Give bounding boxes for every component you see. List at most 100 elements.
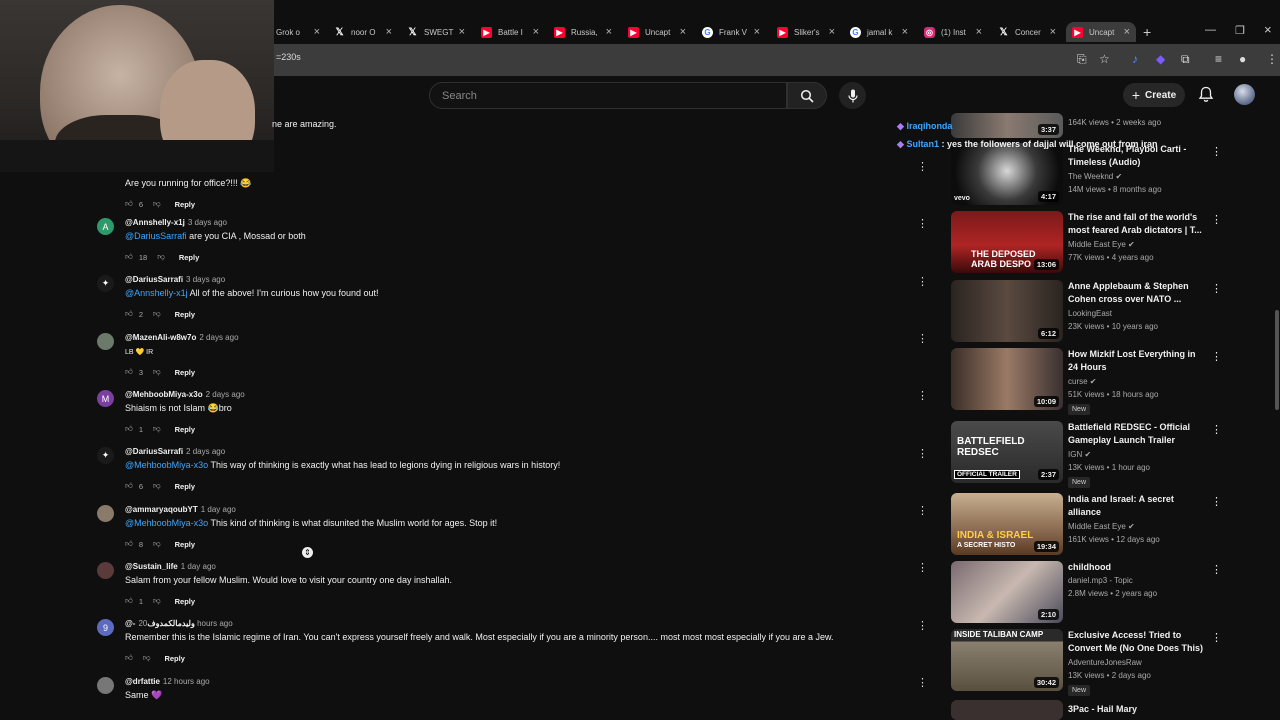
reply-button[interactable]: Reply — [175, 597, 195, 606]
tab-instagram[interactable]: ◎ (1) Inst × — [924, 22, 982, 42]
recommended-video[interactable]: BATTLEFIELD REDSEC OFFICIAL TRAILER 2:37… — [951, 421, 1222, 488]
channel-name[interactable]: Middle East Eye — [1068, 522, 1126, 531]
close-icon[interactable]: × — [606, 26, 612, 38]
tab-grok[interactable]: Grok o × — [276, 22, 320, 42]
commenter-handle[interactable]: @Sustain_life — [125, 562, 178, 571]
reply-button[interactable]: Reply — [175, 368, 195, 377]
comment-menu-icon[interactable]: ⋮ — [917, 217, 928, 230]
video-title[interactable]: Exclusive Access! Tried to Convert Me (N… — [1068, 629, 1204, 655]
like-icon[interactable]: 👍︎ — [125, 199, 133, 209]
video-channel[interactable]: AdventureJonesRaw — [1068, 658, 1142, 667]
commenter-handle[interactable]: @DariusSarrafi — [125, 447, 183, 456]
tab-youtube-battle[interactable]: ▶ Battle I × — [481, 22, 539, 42]
commenter-handle[interactable]: @MehboobMiya-x3o — [125, 390, 203, 399]
reply-button[interactable]: Reply — [175, 482, 195, 491]
like-icon[interactable]: 👍︎ — [125, 596, 133, 606]
commenter-avatar[interactable] — [97, 562, 114, 579]
like-icon[interactable]: 👍︎ — [125, 653, 133, 663]
recommended-video[interactable]: 3:37 164K views • 2 weeks ago — [951, 113, 1221, 138]
video-thumbnail[interactable]: THE DEPOSED ARAB DESPO 13:06 — [951, 211, 1063, 273]
video-menu-icon[interactable]: ⋮ — [1211, 350, 1222, 363]
tab-x-noor[interactable]: 𝕏noor O × — [334, 22, 392, 42]
new-tab-icon[interactable]: + — [1143, 24, 1151, 40]
extensions-puzzle-icon[interactable]: ⧉ — [1181, 52, 1190, 67]
dislike-icon[interactable]: 👎︎ — [153, 596, 161, 606]
comment-menu-icon[interactable]: ⋮ — [917, 504, 928, 517]
tab-google-frank[interactable]: G Frank V × — [702, 22, 760, 42]
recommended-video[interactable]: 2:10 childhood daniel.mp3 - Topic 2.8M v… — [951, 561, 1222, 623]
video-menu-icon[interactable]: ⋮ — [1211, 631, 1222, 644]
video-title[interactable]: 3Pac - Hail Mary — [1068, 703, 1204, 716]
comment-date[interactable]: 2 days ago — [186, 447, 225, 456]
like-icon[interactable]: 👍︎ — [125, 367, 133, 377]
reply-button[interactable]: Reply — [175, 540, 195, 549]
tab-youtube-uncapt[interactable]: ▶ Uncapt × — [628, 22, 686, 42]
comment-menu-icon[interactable]: ⋮ — [917, 389, 928, 402]
video-thumbnail[interactable]: INSIDE TALIBAN CAMP 30:42 — [951, 629, 1063, 691]
video-title[interactable]: The rise and fall of the world's most fe… — [1068, 211, 1204, 237]
commenter-avatar[interactable]: 9 — [97, 619, 114, 636]
close-icon[interactable]: × — [1050, 26, 1056, 38]
video-title[interactable]: Battlefield REDSEC - Official Gameplay L… — [1068, 421, 1204, 447]
like-icon[interactable]: 👍︎ — [125, 481, 133, 491]
video-thumbnail[interactable]: 6:12 — [951, 280, 1063, 342]
channel-name[interactable]: curse — [1068, 377, 1088, 386]
browser-menu-icon[interactable]: ⋮ — [1266, 52, 1278, 66]
comment-date[interactable]: 1 day ago — [181, 562, 216, 571]
profile-icon[interactable]: ● — [1239, 52, 1246, 66]
account-avatar[interactable] — [1234, 84, 1255, 105]
comment-menu-icon[interactable]: ⋮ — [917, 619, 928, 632]
commenter-avatar[interactable] — [97, 677, 114, 694]
like-icon[interactable]: 👍︎ — [125, 539, 133, 549]
comment-date[interactable]: 3 days ago — [188, 218, 227, 227]
tab-youtube-sliker[interactable]: ▶ Sliker's × — [777, 22, 835, 42]
video-channel[interactable]: curse ✔ — [1068, 377, 1097, 386]
video-menu-icon[interactable]: ⋮ — [1211, 563, 1222, 576]
tab-youtube-russia[interactable]: ▶ Russia, × — [554, 22, 612, 42]
video-menu-icon[interactable]: ⋮ — [1211, 145, 1222, 158]
mention-link[interactable]: @Annshelly-x1j — [125, 288, 188, 298]
recommended-video[interactable]: vevo 4:17 The Weeknd, Playboi Carti - Ti… — [951, 143, 1222, 205]
dislike-icon[interactable]: 👎︎ — [153, 424, 161, 434]
extension-shield-icon[interactable]: ◆ — [1156, 52, 1165, 66]
video-thumbnail[interactable]: 3:37 — [951, 113, 1063, 138]
recommended-video[interactable]: 3Pac - Hail Mary — [951, 700, 1221, 720]
commenter-avatar[interactable]: A — [97, 218, 114, 235]
search-button[interactable] — [787, 82, 827, 109]
search-input[interactable]: Search — [429, 82, 787, 109]
extension-sound-icon[interactable]: ♪ — [1132, 52, 1138, 66]
close-icon[interactable]: × — [754, 26, 760, 38]
commenter-avatar[interactable]: ✦ — [97, 275, 114, 292]
like-icon[interactable]: 👍︎ — [125, 252, 133, 262]
recommended-video[interactable]: 6:12 Anne Applebaum & Stephen Cohen cros… — [951, 280, 1222, 342]
dislike-icon[interactable]: 👎︎ — [153, 539, 161, 549]
close-window-icon[interactable]: × — [1264, 22, 1272, 37]
channel-name[interactable]: Middle East Eye — [1068, 240, 1126, 249]
channel-name[interactable]: daniel.mp3 - Topic — [1068, 576, 1133, 585]
close-icon[interactable]: × — [902, 26, 908, 38]
notifications-bell-icon[interactable] — [1198, 86, 1214, 103]
url-text[interactable]: =230s — [276, 52, 301, 62]
comment-menu-icon[interactable]: ⋮ — [917, 447, 928, 460]
comment-menu-icon[interactable]: ⋮ — [917, 332, 928, 345]
comment-menu-icon[interactable]: ⋮ — [917, 275, 928, 288]
close-icon[interactable]: × — [976, 26, 982, 38]
mention-link[interactable]: @MehboobMiya-x3o — [125, 460, 208, 470]
like-icon[interactable]: 👍︎ — [125, 309, 133, 319]
commenter-handle[interactable]: @-وليدمالكمدوف — [125, 619, 195, 628]
recommended-video[interactable]: THE DEPOSED ARAB DESPO 13:06 The rise an… — [951, 211, 1222, 273]
dislike-icon[interactable]: 👎︎ — [143, 653, 151, 663]
video-menu-icon[interactable]: ⋮ — [1211, 213, 1222, 226]
video-title[interactable]: Anne Applebaum & Stephen Cohen cross ove… — [1068, 280, 1204, 306]
video-menu-icon[interactable]: ⋮ — [1211, 282, 1222, 295]
comment-date[interactable]: 3 days ago — [186, 275, 225, 284]
video-thumbnail[interactable]: vevo 4:17 — [951, 143, 1063, 205]
video-menu-icon[interactable]: ⋮ — [1211, 423, 1222, 436]
video-channel[interactable]: IGN ✔ — [1068, 450, 1091, 459]
channel-name[interactable]: AdventureJonesRaw — [1068, 658, 1142, 667]
commenter-avatar[interactable] — [97, 333, 114, 350]
dislike-icon[interactable]: 👎︎ — [153, 481, 161, 491]
close-icon[interactable]: × — [533, 26, 539, 38]
comment-date[interactable]: 2 days ago — [206, 390, 245, 399]
tab-x-swegt[interactable]: 𝕏 SWEGT × — [407, 22, 465, 42]
